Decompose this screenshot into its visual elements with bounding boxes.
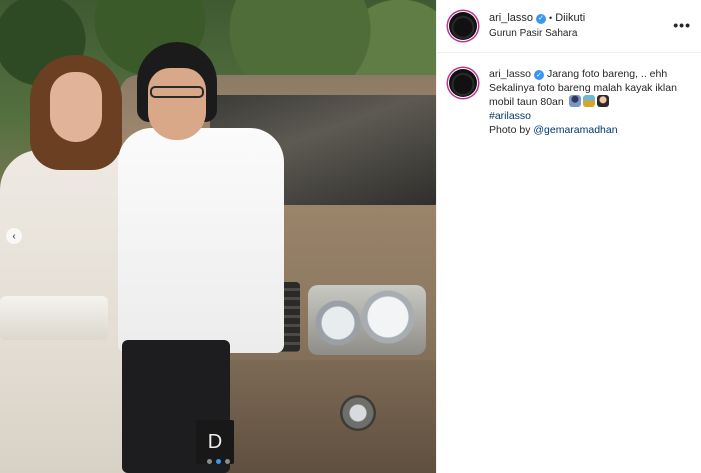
avatar[interactable] (449, 12, 477, 40)
car-foglight (340, 395, 376, 431)
person-emoji-icon (568, 95, 581, 107)
post-header-line: ari_lasso ✓ • Diikuti (489, 11, 585, 26)
caption-line-1: Jarang foto bareng, .. ehh (546, 68, 668, 80)
carousel-dot (224, 459, 230, 464)
separator-dot: • (549, 13, 553, 23)
man-shirt (118, 128, 284, 353)
caption-block: ari_lasso ✓ Jarang foto bareng, .. ehh Se… (437, 53, 701, 137)
hashtag-link[interactable]: #arilasso (489, 110, 531, 122)
woman-face (50, 72, 102, 142)
post-header-text: ari_lasso ✓ • Diikuti Gurun Pasir Sahara (489, 11, 585, 41)
verified-badge-icon: ✓ (536, 13, 547, 24)
caption-username-link[interactable]: ari_lasso (489, 68, 531, 80)
car-headlight (308, 285, 426, 355)
avatar[interactable] (449, 69, 477, 97)
verified-badge-icon: ✓ (534, 70, 545, 80)
carousel-dot (206, 459, 212, 464)
carousel-dot (215, 459, 221, 464)
location-link[interactable]: Gurun Pasir Sahara (489, 26, 585, 41)
car-bumper (200, 360, 436, 473)
woman-emoji-icon (596, 95, 609, 107)
license-plate: D (196, 420, 234, 464)
post-header: ari_lasso ✓ • Diikuti Gurun Pasir Sahara… (437, 0, 701, 53)
man-face (148, 68, 206, 140)
post-sidebar: ari_lasso ✓ • Diikuti Gurun Pasir Sahara… (436, 0, 701, 473)
post-photo[interactable]: R D ‹ (0, 0, 436, 473)
man-glasses (150, 86, 204, 98)
caption-text: ari_lasso ✓ Jarang foto bareng, .. ehh Se… (489, 67, 689, 137)
following-button[interactable]: Diikuti (555, 11, 585, 26)
more-options-icon[interactable]: ••• (673, 18, 691, 32)
carousel-indicator (0, 459, 436, 464)
photographer-mention-link[interactable]: @gemaramadhan (533, 124, 617, 136)
username-link[interactable]: ari_lasso (489, 11, 533, 26)
bus-emoji-icon (582, 95, 595, 107)
clutch-bag (0, 296, 108, 340)
photo-credit-prefix: Photo by (489, 124, 531, 136)
carousel-prev-button[interactable]: ‹ (6, 228, 22, 244)
